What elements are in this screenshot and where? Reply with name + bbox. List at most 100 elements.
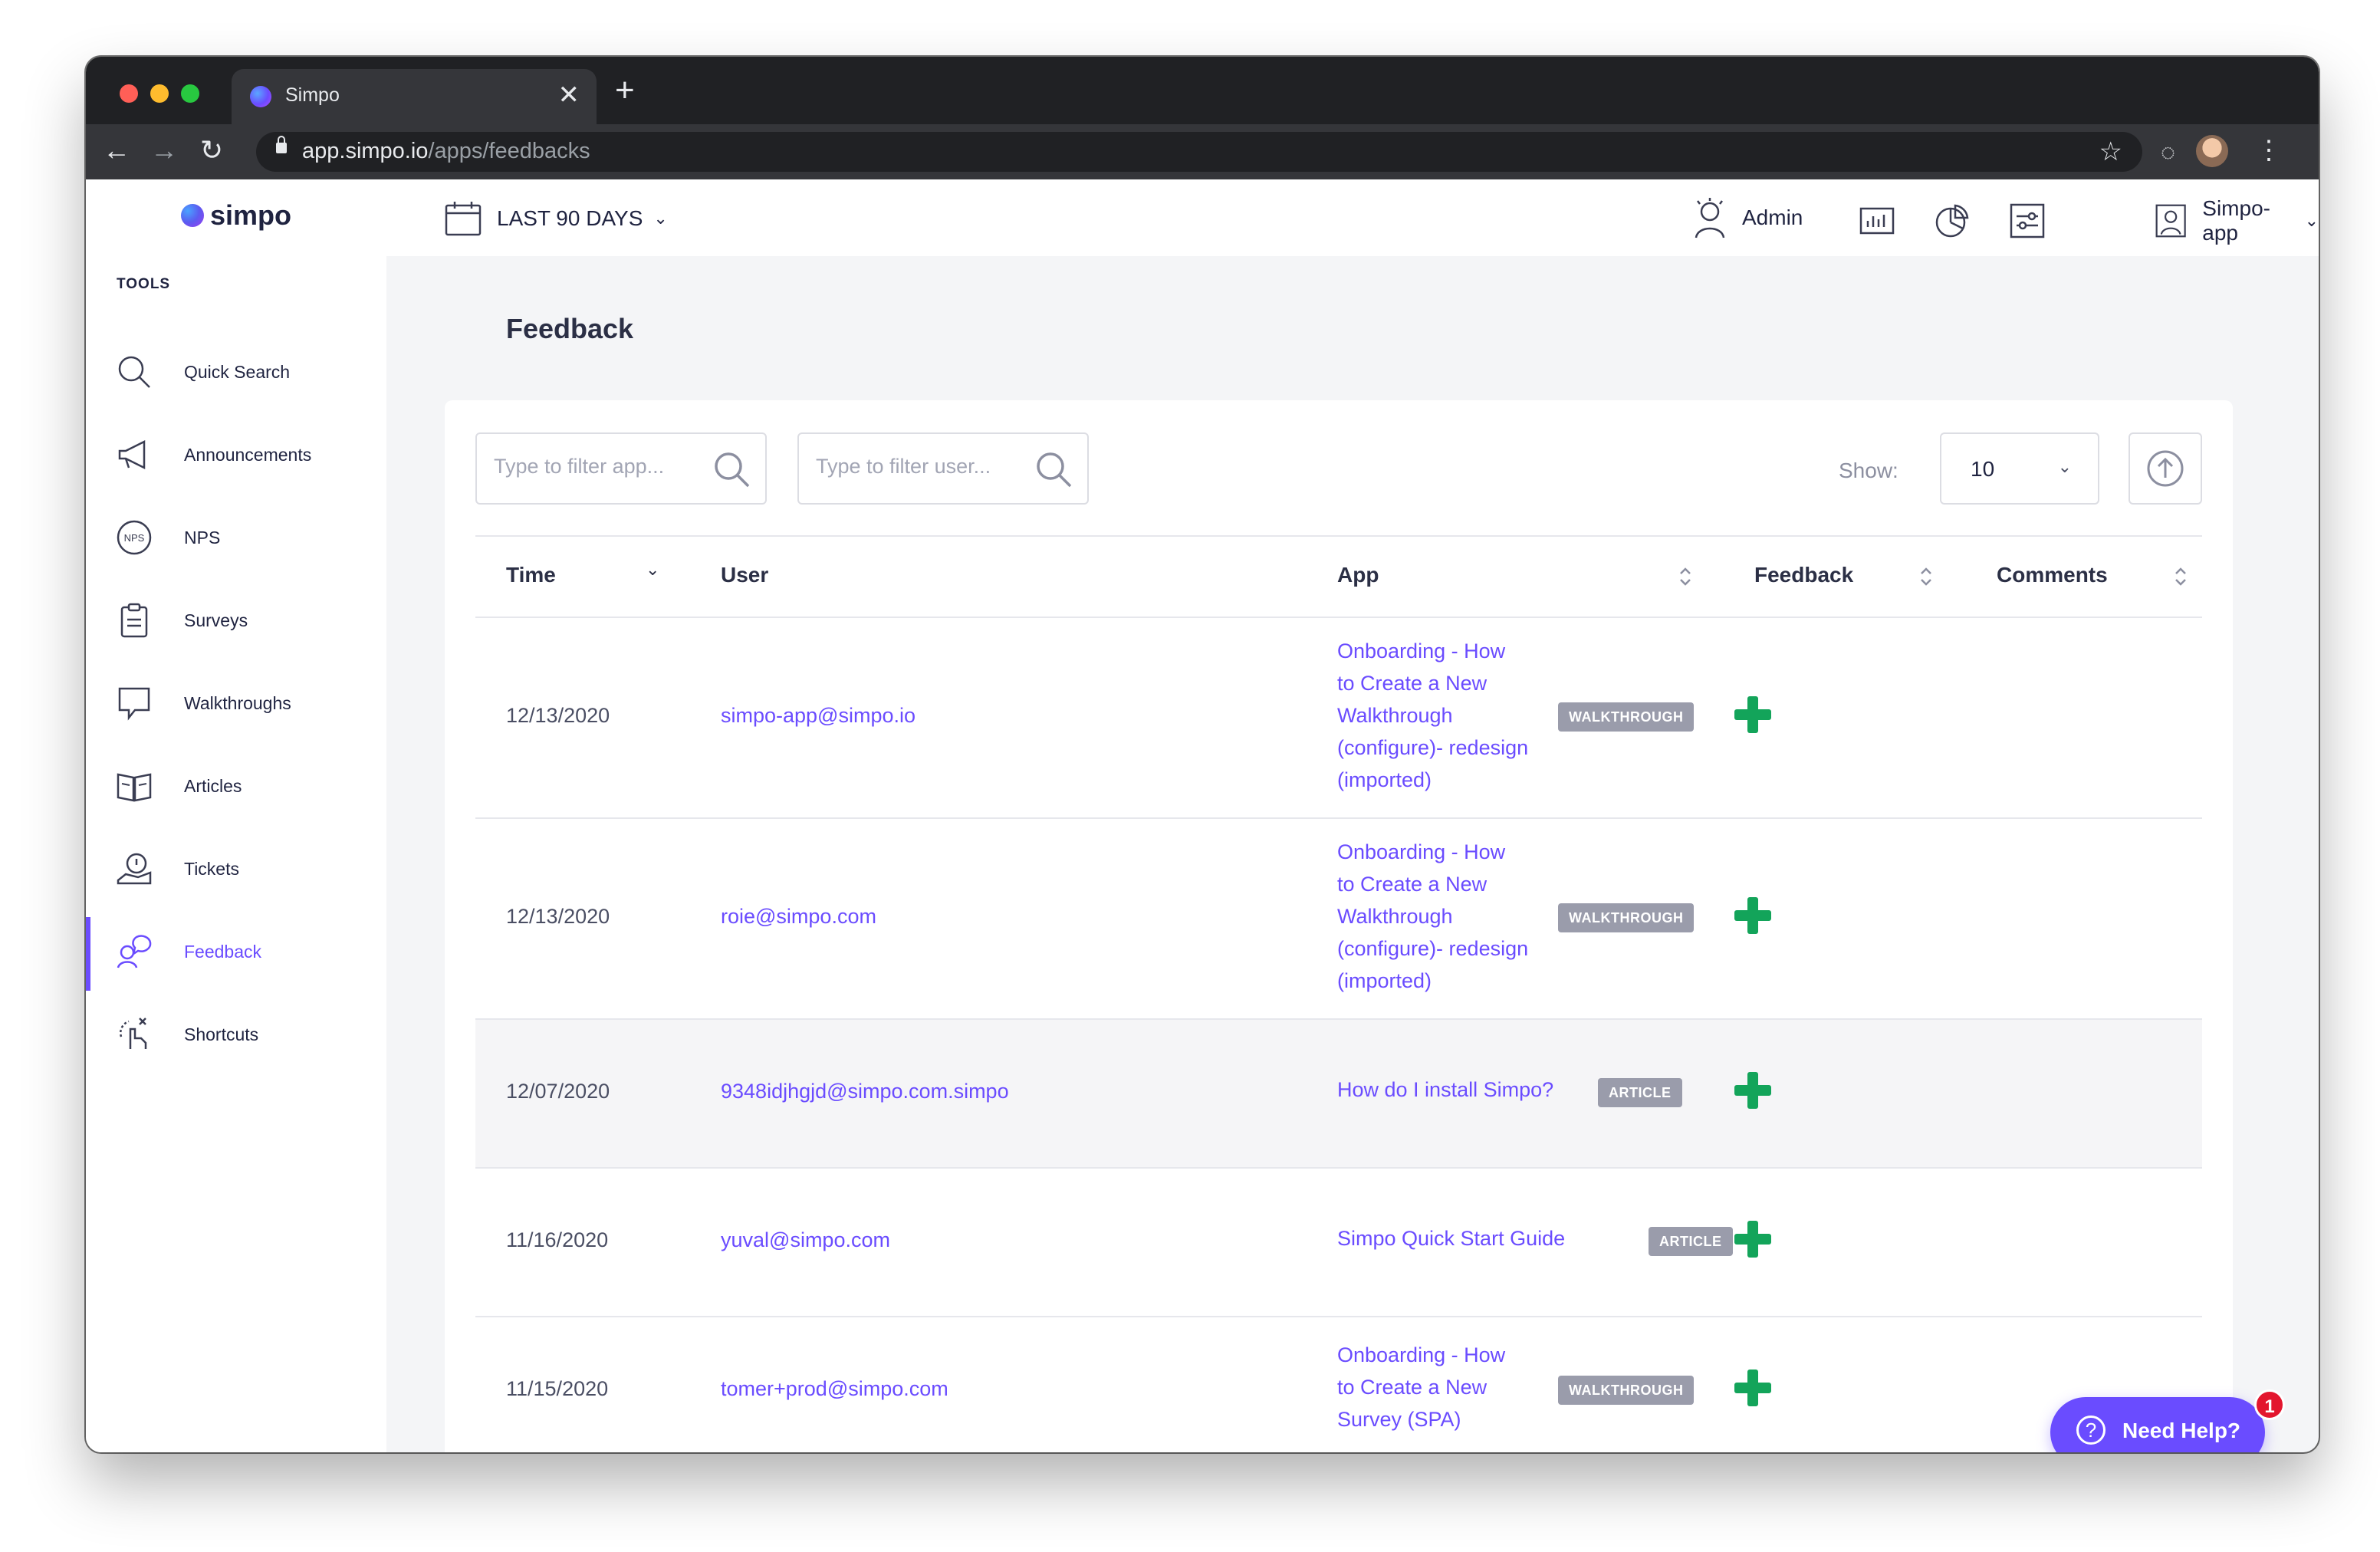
question-icon: ? xyxy=(2076,1416,2106,1445)
sidebar-item-label: Feedback xyxy=(184,941,262,962)
simpo-logo[interactable]: simpo xyxy=(181,199,291,232)
row-app-link[interactable]: Onboarding - How to Create a New Walkthrou… xyxy=(1337,635,1528,796)
top-bar: LAST 90 DAYS ⌄ Admin Simpo-app ⌄ xyxy=(386,179,2319,256)
admin-label: Admin xyxy=(1742,206,1803,229)
account-label: Simpo-app xyxy=(2202,196,2270,245)
app-root: simpo TOOLS Quick Search Announcements N… xyxy=(86,179,2319,1452)
feedback-table: Time ⌄ User App Feedback Comments 12/13/… xyxy=(475,535,2202,1452)
bookmark-star-icon[interactable]: ☆ xyxy=(2099,136,2122,167)
page-title: Feedback xyxy=(506,313,634,344)
type-badge: WALKTHROUGH xyxy=(1558,702,1695,732)
speech-bubble-icon xyxy=(118,687,150,721)
sidebar-item-feedback[interactable]: Feedback xyxy=(86,917,386,991)
search-icon xyxy=(715,452,750,488)
reload-icon[interactable]: ↻ xyxy=(195,133,228,167)
sort-icon[interactable] xyxy=(1918,564,1934,589)
browser-tab[interactable]: Simpo ✕ xyxy=(232,69,597,124)
sidebar-item-articles[interactable]: Articles xyxy=(86,751,386,820)
account-menu[interactable]: Simpo-app ⌄ xyxy=(2155,196,2319,245)
forward-arrow-icon[interactable]: → xyxy=(147,133,181,167)
ticket-icon xyxy=(117,853,152,885)
column-header-comments[interactable]: Comments xyxy=(1997,563,2108,587)
table-row[interactable]: 11/16/2020 yuval@simpo.com Simpo Quick S… xyxy=(475,1169,2202,1317)
url-text[interactable]: app.simpo.io/apps/feedbacks xyxy=(302,139,590,164)
table-row[interactable]: 12/07/2020 9348idjhgjd@simpo.com.simpo H… xyxy=(475,1020,2202,1169)
analytics-icon[interactable] xyxy=(1859,202,1895,239)
app-filter-field[interactable] xyxy=(475,432,767,505)
sidebar-item-walkthroughs[interactable]: Walkthroughs xyxy=(86,669,386,738)
book-icon xyxy=(117,773,152,802)
date-range-dropdown[interactable]: LAST 90 DAYS ⌄ xyxy=(445,201,668,236)
user-filter-field[interactable] xyxy=(797,432,1089,505)
page-size-select[interactable]: 10 ⌄ xyxy=(1940,432,2099,505)
user-filter-input[interactable] xyxy=(814,454,1017,479)
lock-icon xyxy=(276,136,287,153)
column-header-feedback[interactable]: Feedback xyxy=(1754,563,1853,587)
sort-desc-icon[interactable]: ⌄ xyxy=(646,560,659,580)
pie-chart-icon[interactable] xyxy=(1934,202,1971,239)
row-user-link[interactable]: tomer+prod@simpo.com xyxy=(721,1377,948,1401)
row-user-link[interactable]: simpo-app@simpo.io xyxy=(721,704,916,728)
table-row[interactable]: 12/13/2020 simpo-app@simpo.io Onboarding… xyxy=(475,618,2202,819)
table-row[interactable]: 11/15/2020 tomer+prod@simpo.com Onboardi… xyxy=(475,1317,2202,1452)
megaphone-icon xyxy=(118,439,146,470)
sidebar-item-label: Quick Search xyxy=(184,361,291,382)
sidebar-item-nps[interactable]: NPS NPS xyxy=(86,503,386,572)
sidebar-item-surveys[interactable]: Surveys xyxy=(86,586,386,655)
extension-sync-icon[interactable]: ◌ xyxy=(2161,136,2175,167)
close-window-button[interactable] xyxy=(120,84,138,103)
column-header-user[interactable]: User xyxy=(721,563,768,587)
row-app-link[interactable]: Onboarding - How to Create a New Survey (S… xyxy=(1337,1339,1505,1435)
browser-menu-icon[interactable]: ⋮ xyxy=(2256,135,2282,166)
tab-bar: Simpo ✕ + xyxy=(86,57,2319,124)
address-bar[interactable]: app.simpo.io/apps/feedbacks ☆ xyxy=(256,132,2142,172)
row-user-link[interactable]: 9348idjhgjd@simpo.com.simpo xyxy=(721,1080,1009,1103)
row-app-link[interactable]: Onboarding - How to Create a New Walkthrou… xyxy=(1337,836,1528,997)
new-tab-button[interactable]: + xyxy=(615,74,635,107)
row-user-link[interactable]: yuval@simpo.com xyxy=(721,1228,890,1252)
feedback-icon xyxy=(117,935,152,968)
minimize-window-button[interactable] xyxy=(150,84,169,103)
feedback-card: Show: 10 ⌄ Time ⌄ User App Feedback Comm… xyxy=(445,400,2233,1452)
row-time: 11/15/2020 xyxy=(506,1377,609,1400)
sidebar-item-label: Walkthroughs xyxy=(184,692,291,713)
export-button[interactable] xyxy=(2129,432,2202,505)
row-app-link[interactable]: How do I install Simpo? xyxy=(1337,1074,1553,1106)
sidebar-item-quick-search[interactable]: Quick Search xyxy=(86,337,386,406)
admin-menu[interactable]: Admin xyxy=(1690,196,1803,239)
calendar-icon xyxy=(445,202,482,236)
logo-mark-icon xyxy=(181,204,204,227)
admin-icon xyxy=(1695,198,1725,238)
chevron-down-icon: ⌄ xyxy=(2057,457,2072,476)
column-header-app[interactable]: App xyxy=(1337,563,1379,587)
row-time: 12/13/2020 xyxy=(506,905,610,928)
sidebar-item-tickets[interactable]: Tickets xyxy=(86,834,386,903)
app-filter-input[interactable] xyxy=(492,454,695,479)
favicon-icon xyxy=(250,86,271,107)
row-app-link[interactable]: Simpo Quick Start Guide xyxy=(1337,1222,1565,1254)
sidebar-item-label: NPS xyxy=(184,527,221,547)
settings-sliders-icon[interactable] xyxy=(2009,202,2046,239)
profile-avatar[interactable] xyxy=(2196,135,2228,167)
row-user-link[interactable]: roie@simpo.com xyxy=(721,905,876,929)
need-help-button[interactable]: ? Need Help? xyxy=(2050,1397,2265,1452)
sidebar-item-announcements[interactable]: Announcements xyxy=(86,420,386,489)
sidebar-item-shortcuts[interactable]: Shortcuts xyxy=(86,1000,386,1069)
logo-text: simpo xyxy=(210,199,292,231)
type-badge: WALKTHROUGH xyxy=(1558,903,1695,932)
positive-feedback-plus-icon xyxy=(1734,1221,1771,1258)
sort-icon[interactable] xyxy=(2173,564,2188,589)
back-arrow-icon[interactable]: ← xyxy=(100,133,133,167)
maximize-window-button[interactable] xyxy=(181,84,199,103)
table-row[interactable]: 12/13/2020 roie@simpo.com Onboarding - H… xyxy=(475,819,2202,1020)
sidebar-item-label: Articles xyxy=(184,775,242,796)
clipboard-icon xyxy=(120,603,148,638)
need-help-label: Need Help? xyxy=(2122,1419,2241,1442)
search-icon xyxy=(1037,452,1072,488)
column-header-time[interactable]: Time xyxy=(506,563,556,587)
chevron-down-icon: ⌄ xyxy=(653,209,668,228)
close-tab-icon[interactable]: ✕ xyxy=(558,80,580,110)
show-label: Show: xyxy=(1839,459,1898,482)
sort-icon[interactable] xyxy=(1678,564,1693,589)
sidebar-item-label: Surveys xyxy=(184,610,248,630)
